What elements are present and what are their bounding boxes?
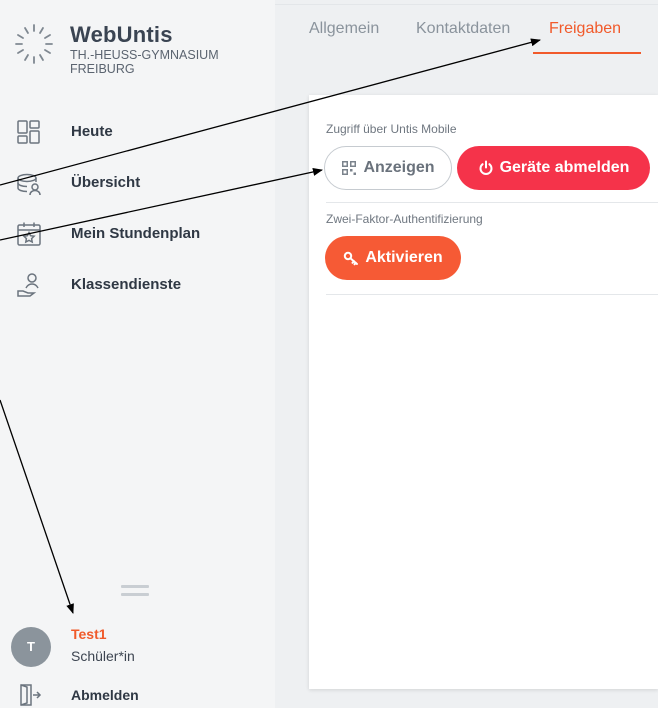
- class-duty-icon: [17, 273, 39, 297]
- sidebar-item-uebersicht[interactable]: Übersicht: [0, 163, 275, 214]
- user-role: Schüler*in: [71, 648, 135, 664]
- user-name: Test1: [71, 626, 107, 642]
- sidebar-item-stundenplan[interactable]: Mein Stundenplan: [0, 214, 275, 265]
- logout-label: Abmelden: [71, 687, 139, 703]
- tab-bar: Allgemein Kontaktdaten Freigaben: [275, 0, 658, 60]
- main-content: Allgemein Kontaktdaten Freigaben Zugriff…: [275, 0, 658, 708]
- active-tab-indicator: [533, 52, 641, 54]
- qr-code-icon: [342, 161, 357, 175]
- drag-bar: [121, 593, 149, 596]
- sidebar-item-label: Klassendienste: [71, 276, 182, 293]
- tab-freigaben[interactable]: Freigaben: [549, 20, 621, 38]
- key-icon: [344, 251, 359, 266]
- user-profile[interactable]: T Test1 Schüler*in: [11, 624, 271, 668]
- freigaben-card: Zugriff über Untis Mobile Anzeigen Gerät…: [309, 95, 658, 689]
- power-icon: [479, 160, 493, 176]
- school-name: TH.-HEUSS-GYMNASIUM FREIBURG: [70, 48, 219, 76]
- overview-stack-icon: [17, 173, 41, 196]
- activate-2fa-button[interactable]: Aktivieren: [325, 236, 461, 280]
- calendar-star-icon: [17, 222, 41, 246]
- logout-devices-label: Geräte abmelden: [499, 159, 630, 176]
- logout-door-icon: [20, 684, 42, 706]
- sidebar-item-label: Übersicht: [71, 174, 141, 191]
- sidebar-item-heute[interactable]: Heute: [0, 112, 275, 163]
- sidebar-drag-handle[interactable]: [121, 585, 149, 597]
- sidebar-item-klassendienste[interactable]: Klassendienste: [0, 265, 275, 316]
- section-label-mobile: Zugriff über Untis Mobile: [326, 122, 457, 136]
- webuntis-logo-icon: [15, 24, 53, 64]
- section-divider: [326, 202, 658, 203]
- logout-button[interactable]: Abmelden: [0, 682, 275, 708]
- avatar: T: [11, 627, 51, 667]
- app-name: WebUntis: [70, 22, 173, 47]
- dashboard-grid-icon: [17, 120, 40, 144]
- section-label-twofactor: Zwei-Faktor-Authentifizierung: [326, 212, 483, 226]
- tab-kontaktdaten[interactable]: Kontaktdaten: [416, 20, 510, 38]
- sidebar-item-label: Mein Stundenplan: [71, 225, 201, 242]
- drag-bar: [121, 585, 149, 588]
- logout-devices-button[interactable]: Geräte abmelden: [457, 146, 650, 190]
- brand: WebUntis TH.-HEUSS-GYMNASIUM FREIBURG: [8, 22, 268, 82]
- sidebar-item-label: Heute: [71, 123, 113, 140]
- section-divider: [326, 294, 658, 295]
- show-qr-button[interactable]: Anzeigen: [324, 146, 452, 190]
- tab-allgemein[interactable]: Allgemein: [309, 20, 379, 38]
- sidebar-nav: Heute Übersicht Mein Stundenplan Klassen…: [0, 112, 275, 316]
- sidebar: WebUntis TH.-HEUSS-GYMNASIUM FREIBURG He…: [0, 0, 275, 708]
- activate-button-label: Aktivieren: [365, 249, 443, 266]
- show-button-label: Anzeigen: [363, 159, 435, 176]
